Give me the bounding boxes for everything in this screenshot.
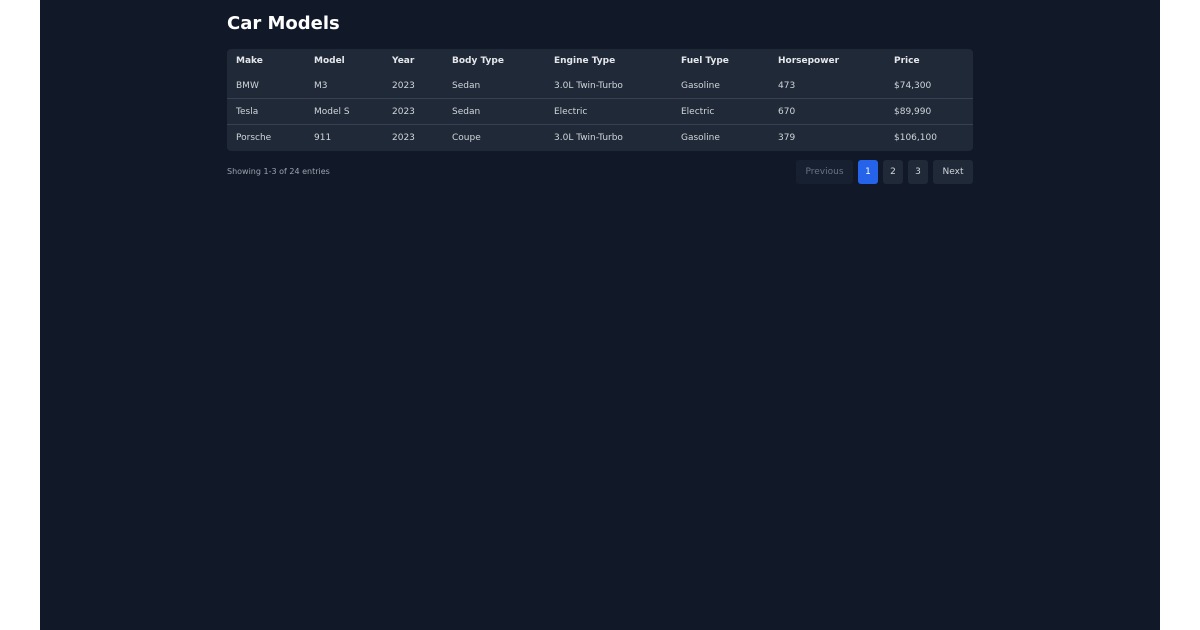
column-header-price[interactable]: Price <box>885 49 973 73</box>
cell-fuel-type: Electric <box>681 106 715 117</box>
car-models-table: Make Model Year Body Type Engine Type Fu… <box>227 49 973 151</box>
page-1-button[interactable]: 1 <box>858 160 878 184</box>
cell-year: 2023 <box>392 106 415 117</box>
page-3-button[interactable]: 3 <box>908 160 928 184</box>
table-row[interactable]: Porsche 911 2023 Coupe 3.0L Twin-Turbo G… <box>227 124 973 151</box>
cell-engine-type: Electric <box>554 106 588 117</box>
table-row[interactable]: BMW M3 2023 Sedan 3.0L Twin-Turbo Gasoli… <box>227 73 973 99</box>
table-header: Make Model Year Body Type Engine Type Fu… <box>227 49 973 73</box>
cell-model: 911 <box>314 132 332 143</box>
column-header-engine-type[interactable]: Engine Type <box>545 49 672 73</box>
cell-make: Tesla <box>236 106 259 117</box>
table-row[interactable]: Tesla Model S 2023 Sedan Electric Electr… <box>227 98 973 125</box>
column-header-year[interactable]: Year <box>383 49 443 73</box>
cell-horsepower: 379 <box>778 132 796 143</box>
cell-engine-type: 3.0L Twin-Turbo <box>554 132 623 143</box>
cell-model: Model S <box>314 106 350 117</box>
column-header-model[interactable]: Model <box>305 49 383 73</box>
cell-horsepower: 473 <box>778 80 796 91</box>
cell-fuel-type: Gasoline <box>681 132 720 143</box>
cell-year: 2023 <box>392 80 415 91</box>
cell-body-type: Sedan <box>452 106 481 117</box>
cell-year: 2023 <box>392 132 415 143</box>
cell-price: $74,300 <box>894 80 932 91</box>
cell-engine-type: 3.0L Twin-Turbo <box>554 80 623 91</box>
cell-fuel-type: Gasoline <box>681 80 720 91</box>
cell-body-type: Sedan <box>452 80 481 91</box>
next-page-button[interactable]: Next <box>933 160 973 184</box>
table-footer: Showing 1-3 of 24 entries Previous 1 2 3… <box>227 160 973 184</box>
column-header-fuel-type[interactable]: Fuel Type <box>672 49 769 73</box>
previous-page-button[interactable]: Previous <box>796 160 853 184</box>
cell-horsepower: 670 <box>778 106 796 117</box>
cell-body-type: Coupe <box>452 132 481 143</box>
page-title: Car Models <box>227 13 340 34</box>
cell-make: Porsche <box>236 132 272 143</box>
pagination: Previous 1 2 3 Next <box>796 160 973 184</box>
data-table: Make Model Year Body Type Engine Type Fu… <box>227 49 973 150</box>
cell-price: $89,990 <box>894 106 932 117</box>
cell-model: M3 <box>314 80 328 91</box>
header-row: Make Model Year Body Type Engine Type Fu… <box>227 49 973 73</box>
column-header-make[interactable]: Make <box>227 49 305 73</box>
app-root: Car Models Make Model Year Body Type Eng… <box>40 0 1160 630</box>
cell-make: BMW <box>236 80 259 91</box>
table-body: BMW M3 2023 Sedan 3.0L Twin-Turbo Gasoli… <box>227 73 973 150</box>
entries-info: Showing 1-3 of 24 entries <box>227 167 330 176</box>
column-header-horsepower[interactable]: Horsepower <box>769 49 885 73</box>
page-2-button[interactable]: 2 <box>883 160 903 184</box>
column-header-body-type[interactable]: Body Type <box>443 49 545 73</box>
cell-price: $106,100 <box>894 132 937 143</box>
